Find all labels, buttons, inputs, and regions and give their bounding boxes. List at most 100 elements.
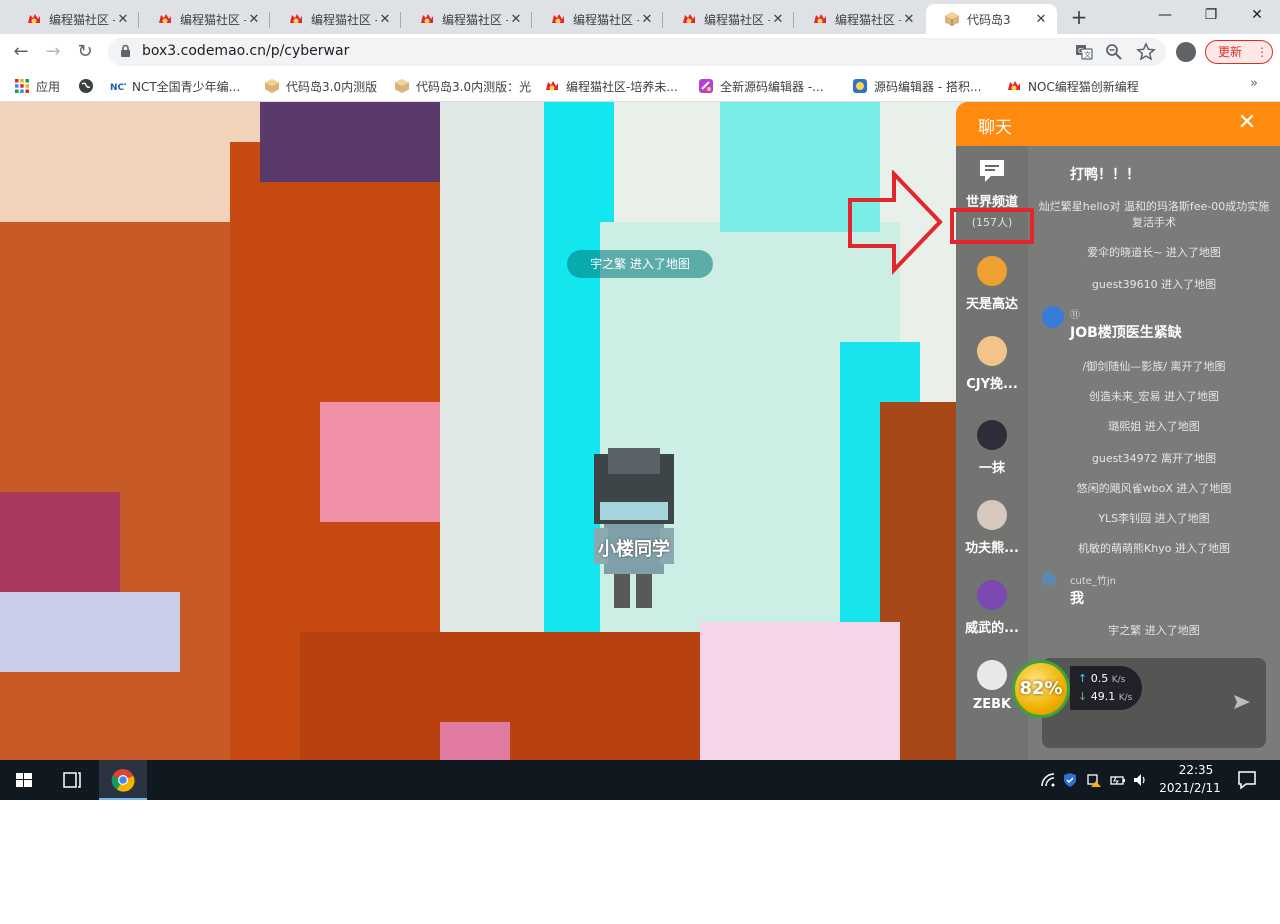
shield-icon[interactable] xyxy=(1062,772,1078,788)
bookmark-apps[interactable]: 应用 xyxy=(14,76,60,96)
globe-icon xyxy=(79,79,93,93)
back-button[interactable]: ← xyxy=(6,37,36,67)
bookmark-box3-b[interactable]: 代码岛3.0内测版：光 xyxy=(394,76,531,96)
tab-close-icon[interactable]: ✕ xyxy=(1033,12,1049,27)
browser-tab[interactable]: 编程猫社区 - ✕ xyxy=(139,4,270,34)
bookmark-nct[interactable]: NCT NCT全国青少年编... xyxy=(110,76,240,96)
channel-online-count: (157人) xyxy=(971,216,1013,229)
star-icon[interactable] xyxy=(1136,42,1156,62)
browser-tab[interactable]: 编程猫社区 - ✕ xyxy=(270,4,401,34)
clock-time[interactable]: 22:35 xyxy=(1174,763,1218,777)
browser-toolbar: ← → ↻ box3.codemao.cn/p/cyberwar G文 更新 ⋮ xyxy=(0,34,1280,70)
new-tab-button[interactable]: + xyxy=(1066,5,1092,29)
channel-user[interactable]: 功夫熊... xyxy=(956,492,1028,572)
notification-center-icon[interactable] xyxy=(1236,769,1258,791)
system-message: 爱伞的晓道长~ 进入了地图 xyxy=(1087,246,1221,259)
player-name: 小楼同学 xyxy=(598,539,670,560)
windows-start-icon[interactable] xyxy=(0,760,48,800)
browser-tab[interactable]: 编程猫社区 - ✕ xyxy=(794,4,925,34)
channel-user[interactable]: CJY挽... xyxy=(956,328,1028,408)
bookmark-label: 代码岛3.0内测版：光 xyxy=(416,79,532,94)
system-message: 宇之繁 进入了地图 xyxy=(1108,624,1200,637)
window-close-button[interactable]: ✕ xyxy=(1234,0,1280,30)
bookmark-blocks-editor[interactable]: 源码编辑器 - 搭积... xyxy=(852,76,981,96)
bookmarks-more-button[interactable]: » xyxy=(1250,76,1258,91)
speed-unit: K/s xyxy=(1111,675,1126,685)
translate-icon[interactable]: G文 xyxy=(1074,42,1094,62)
system-message: 璐熙姐 进入了地图 xyxy=(1108,420,1200,433)
bookmark-label: 全新源码编辑器 -... xyxy=(720,79,824,94)
message-author: cute_竹jn xyxy=(1070,576,1117,587)
tab-close-icon[interactable]: ✕ xyxy=(770,12,786,27)
address-bar[interactable]: box3.codemao.cn/p/cyberwar G文 xyxy=(108,38,1166,66)
tab-close-icon[interactable]: ✕ xyxy=(246,12,262,27)
channel-user[interactable]: 天是高达 xyxy=(956,248,1028,328)
battery-icon[interactable] xyxy=(1110,772,1126,788)
task-view-icon[interactable] xyxy=(48,760,96,800)
channel-user[interactable]: 威武的... xyxy=(956,572,1028,652)
tab-close-icon[interactable]: ✕ xyxy=(377,12,393,27)
update-button[interactable]: 更新 ⋮ xyxy=(1205,40,1273,64)
network-speed-pill: ↑ 0.5 K/s ↓ 49.1 K/s xyxy=(1070,666,1142,710)
tab-close-icon[interactable]: ✕ xyxy=(901,12,917,27)
bookmark-label: NCT全国青少年编... xyxy=(132,79,241,94)
tab-close-icon[interactable]: ✕ xyxy=(115,12,131,27)
browser-tab[interactable]: 编程猫社区 - ✕ xyxy=(663,4,794,34)
blocks-icon xyxy=(853,79,867,93)
chrome-icon xyxy=(111,769,135,792)
channel-world[interactable]: 世界频道 (157人) xyxy=(956,146,1028,229)
channel-name: 世界频道 xyxy=(965,195,1018,210)
scene-pattern xyxy=(0,492,120,602)
avatar xyxy=(977,256,1007,286)
system-message: guest39610 进入了地图 xyxy=(1091,278,1217,291)
tab-close-icon[interactable]: ✕ xyxy=(508,12,524,27)
avatar xyxy=(977,336,1007,366)
channel-name: CJY挽... xyxy=(966,377,1018,392)
network-warning-icon[interactable] xyxy=(1086,772,1102,788)
box-icon xyxy=(395,79,409,93)
minimize-button[interactable]: — xyxy=(1142,0,1188,30)
chat-bubble-icon xyxy=(980,160,1004,182)
download-arrow-icon: ↓ xyxy=(1078,690,1088,703)
forward-button[interactable]: → xyxy=(38,37,68,67)
system-message: 灿烂繁星hello对 温和的玛洛斯fee-00成功实施复活手术 xyxy=(1038,200,1270,229)
tab-title: 编程猫社区 - xyxy=(180,12,246,27)
bookmark-label: 编程猫社区-培养未... xyxy=(566,79,678,94)
browser-tab[interactable]: 编程猫社区 - ✕ xyxy=(8,4,139,34)
volume-icon[interactable] xyxy=(1132,772,1148,788)
message-text: 我 xyxy=(1070,591,1084,607)
profile-avatar-icon[interactable] xyxy=(1176,42,1196,62)
restore-button[interactable]: ❐ xyxy=(1188,0,1234,30)
tab-strip: 编程猫社区 - ✕ 编程猫社区 - ✕ 编程猫社区 - ✕ 编程猫社区 - ✕ … xyxy=(0,0,1280,34)
bookmark-codemao[interactable]: 编程猫社区-培养未... xyxy=(544,76,678,96)
bookmark-noc[interactable]: NOC编程猫创新编程 xyxy=(1006,76,1139,96)
zoom-icon[interactable] xyxy=(1104,42,1124,62)
channel-name: 一抹 xyxy=(978,461,1005,476)
browser-tab[interactable]: 编程猫社区 - ✕ xyxy=(401,4,532,34)
avatar xyxy=(1042,306,1064,328)
message-text: 打鸭！！！ xyxy=(1070,167,1140,183)
bookmark-box3-a[interactable]: 代码岛3.0内测版 xyxy=(264,76,377,96)
browser-tab-active[interactable]: 代码岛3 ✕ xyxy=(926,4,1057,34)
send-icon[interactable] xyxy=(1232,692,1252,712)
usage-percent: 82% xyxy=(1019,678,1063,699)
windows-taskbar xyxy=(0,760,1280,800)
download-speed: ↓ 49.1 K/s xyxy=(1078,690,1132,703)
wifi-icon[interactable] xyxy=(1040,772,1056,788)
bookmark-new-editor[interactable]: 全新源码编辑器 -... xyxy=(698,76,824,96)
bookmark-label: 代码岛3.0内测版 xyxy=(286,79,378,94)
editor-icon xyxy=(699,79,713,93)
system-message: 悠闲的飓风雀wboX 进入了地图 xyxy=(1076,482,1232,495)
clock-date[interactable]: 2021/2/11 xyxy=(1158,781,1222,795)
bookmark-globe[interactable] xyxy=(78,76,100,96)
channel-user[interactable]: 一抹 xyxy=(956,412,1028,492)
tab-close-icon[interactable]: ✕ xyxy=(639,12,655,27)
scene-floor-pink xyxy=(700,622,900,760)
enter-map-toast: 宇之繁 进入了地图 xyxy=(567,250,713,278)
reload-button[interactable]: ↻ xyxy=(70,37,100,67)
chrome-taskbar-button[interactable] xyxy=(99,760,147,800)
scene-cyan xyxy=(720,102,880,232)
avatar xyxy=(977,420,1007,450)
browser-tab[interactable]: 编程猫社区 - ✕ xyxy=(532,4,663,34)
chat-close-button[interactable]: ✕ xyxy=(1234,110,1260,136)
